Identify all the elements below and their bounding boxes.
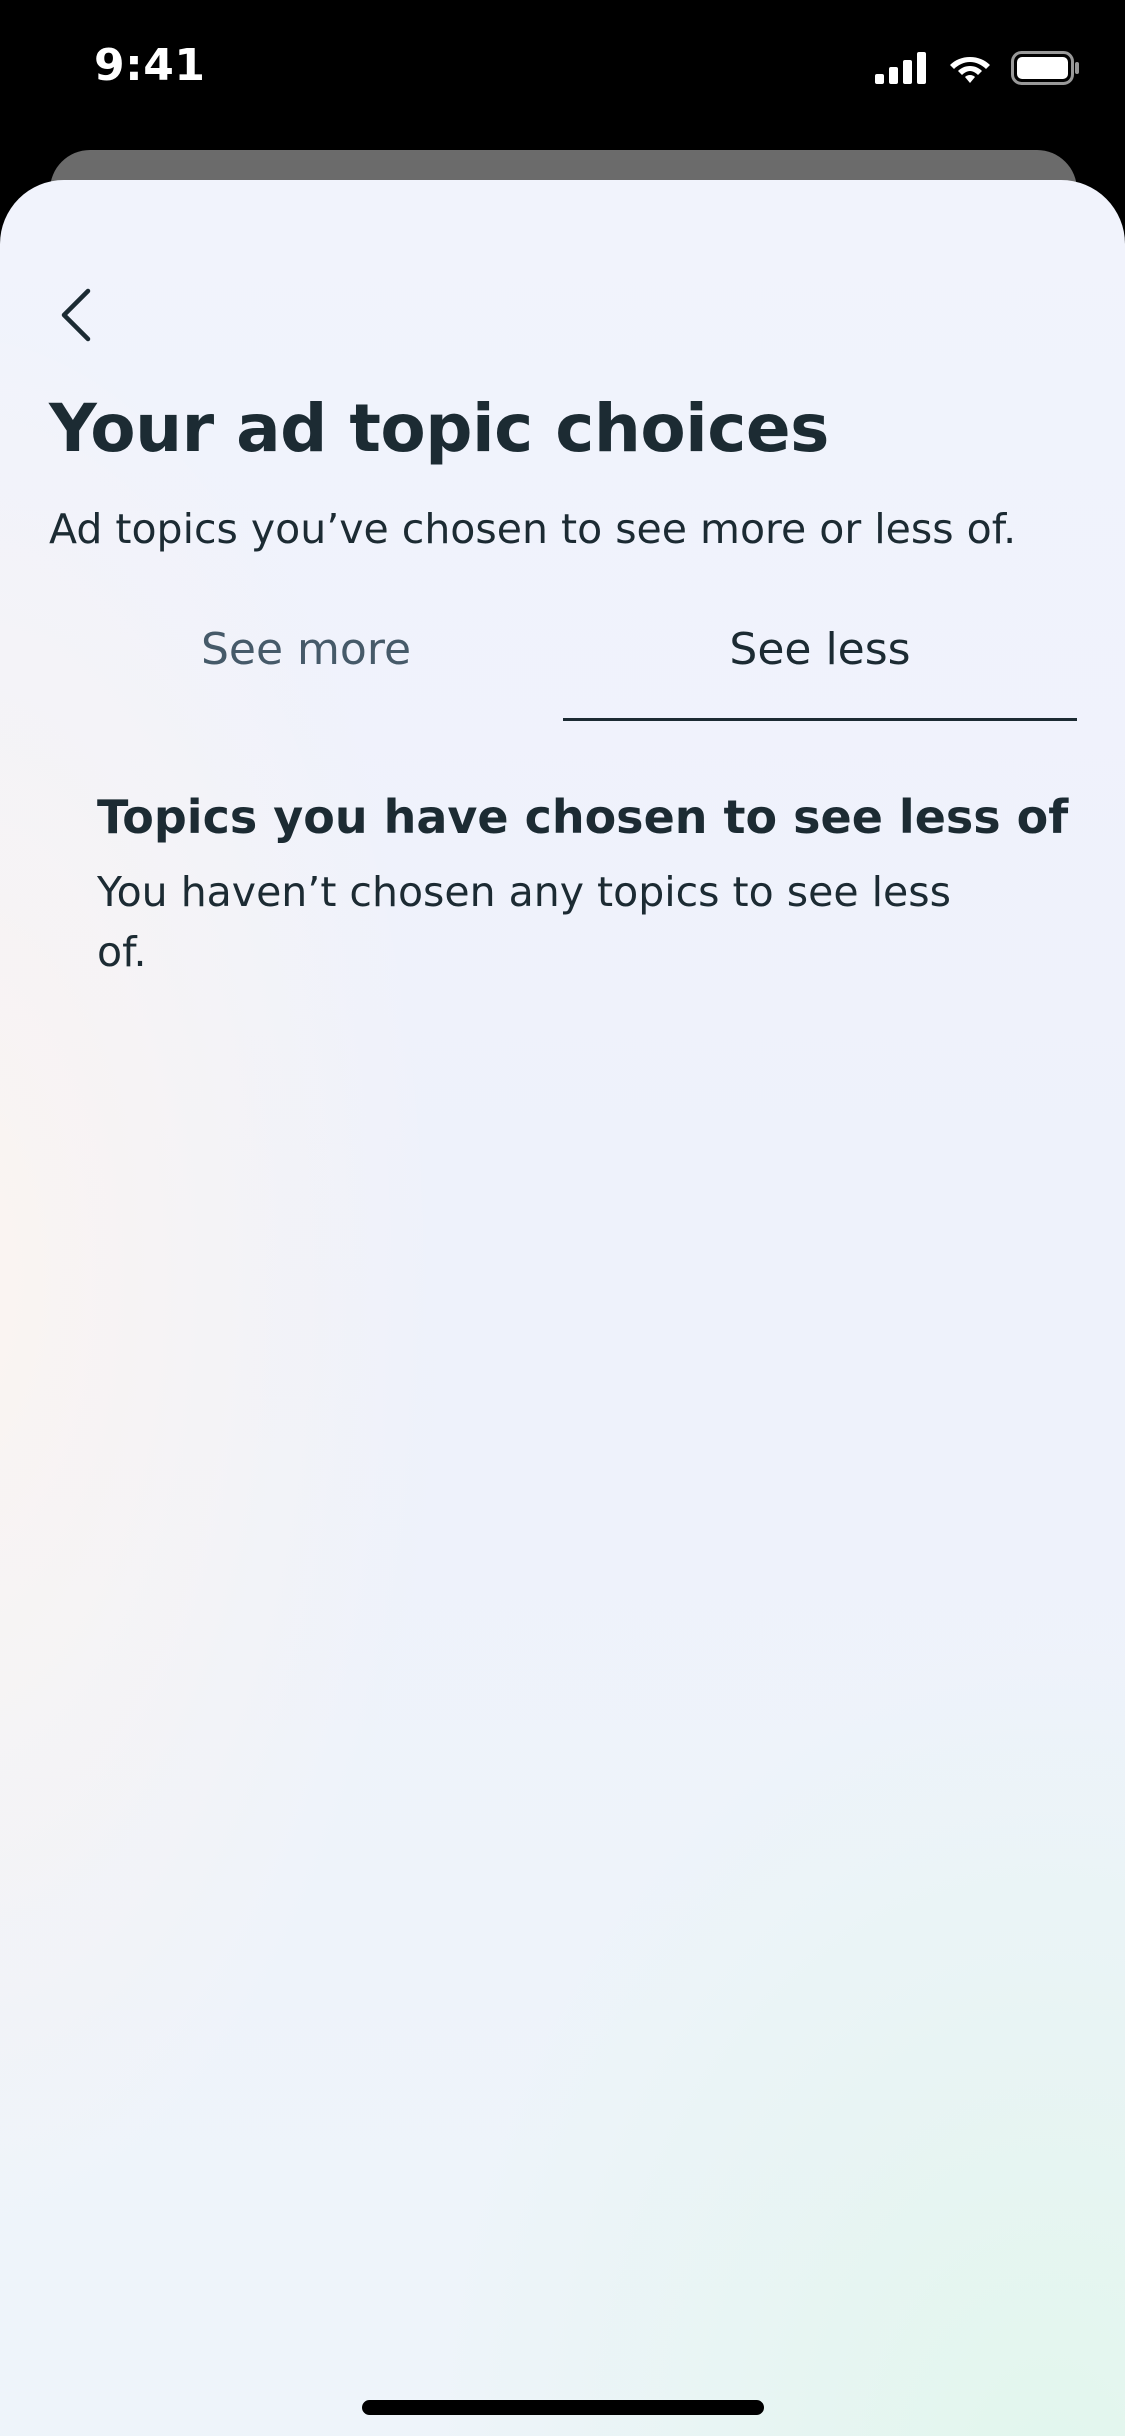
battery-icon [1011, 51, 1079, 85]
cellular-signal-icon [875, 52, 926, 84]
section-title: Topics you have chosen to see less of [97, 790, 1069, 844]
page-subtitle: Ad topics you’ve chosen to see more or l… [49, 505, 1017, 553]
status-time: 9:41 [94, 40, 206, 91]
page-title: Your ad topic choices [49, 390, 829, 467]
status-icons [875, 48, 1081, 88]
tab-see-more[interactable]: See more [49, 600, 563, 698]
chevron-left-icon [61, 288, 91, 342]
home-indicator[interactable] [362, 2400, 764, 2415]
ad-topic-choices-sheet: Your ad topic choices Ad topics you’ve c… [0, 180, 1125, 2436]
wifi-icon [950, 57, 990, 83]
screen: 9:41 Your ad topic choices Ad topics you… [0, 0, 1125, 2436]
empty-state-message: You haven’t chosen any topics to see les… [97, 868, 951, 976]
back-button[interactable] [46, 275, 106, 355]
see-less-section: Topics you have chosen to see less of Yo… [97, 790, 1069, 982]
status-bar: 9:41 [0, 0, 1125, 140]
tab-see-less[interactable]: See less [563, 600, 1077, 698]
selected-tab-indicator [563, 718, 1077, 721]
tab-bar: See more See less [49, 600, 1077, 721]
